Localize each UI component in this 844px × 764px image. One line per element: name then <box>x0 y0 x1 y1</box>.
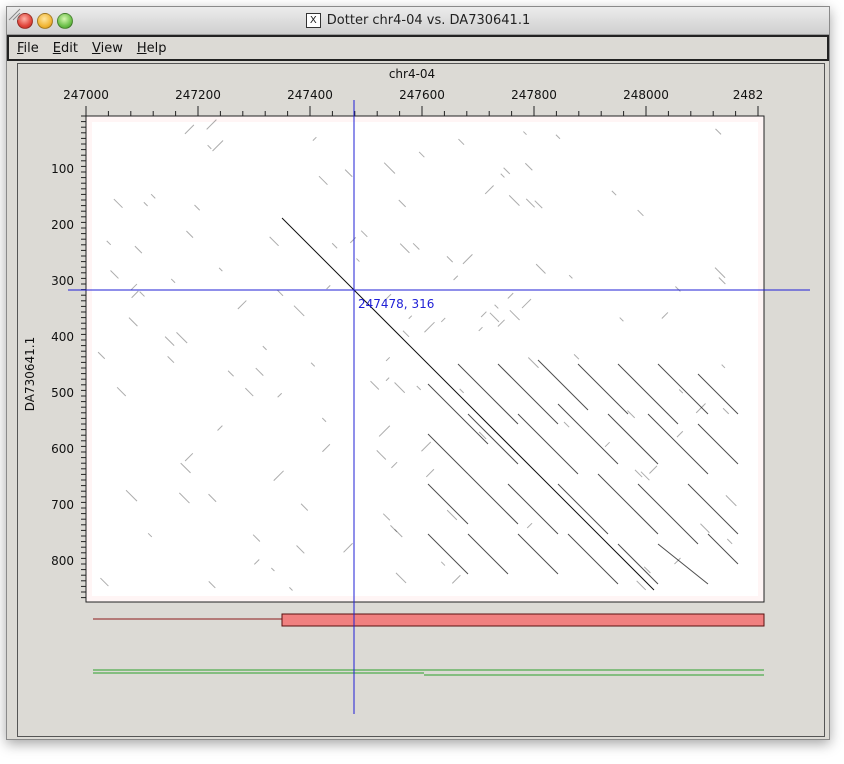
x-tick-label: 247200 <box>175 88 221 102</box>
y-tick-label: 500 <box>51 386 74 400</box>
window-title-container: X Dotter chr4-04 vs. DA730641.1 <box>7 7 829 34</box>
window-title: Dotter chr4-04 vs. DA730641.1 <box>326 13 531 28</box>
menu-bar: File Edit View Help <box>7 35 829 61</box>
title-bar[interactable]: X Dotter chr4-04 vs. DA730641.1 <box>7 7 829 35</box>
x-tick-label: 2482 <box>733 88 764 102</box>
menu-edit[interactable]: Edit <box>53 41 78 56</box>
y-axis-label: DA730641.1 <box>23 337 37 412</box>
y-tick-label: 800 <box>51 554 74 568</box>
dotplot-canvas[interactable]: chr4-04 DA730641.1 247000 247200 247400 … <box>18 64 824 736</box>
menu-view[interactable]: View <box>92 41 123 56</box>
dotplot-panel: chr4-04 DA730641.1 247000 247200 247400 … <box>17 63 825 737</box>
resize-grip-icon[interactable] <box>7 7 21 21</box>
x-tick-label: 248000 <box>623 88 669 102</box>
y-tick-label: 400 <box>51 330 74 344</box>
x-tick-label: 247800 <box>511 88 557 102</box>
y-tick-label: 700 <box>51 498 74 512</box>
y-tick-label: 600 <box>51 442 74 456</box>
dotter-window: X Dotter chr4-04 vs. DA730641.1 File Edi… <box>6 6 830 740</box>
crosshair-readout: 247478, 316 <box>358 297 434 311</box>
x-tick-label: 247600 <box>399 88 445 102</box>
menu-help[interactable]: Help <box>137 41 167 56</box>
plot-area[interactable] <box>92 122 758 596</box>
x-tick-label: 247400 <box>287 88 333 102</box>
menu-file[interactable]: File <box>17 41 39 56</box>
y-tick-label: 200 <box>51 218 74 232</box>
x-tick-label: 247000 <box>63 88 109 102</box>
y-tick-label: 100 <box>51 162 74 176</box>
y-tick-label: 300 <box>51 274 74 288</box>
x-axis-label: chr4-04 <box>389 67 435 81</box>
x11-icon: X <box>305 13 321 28</box>
